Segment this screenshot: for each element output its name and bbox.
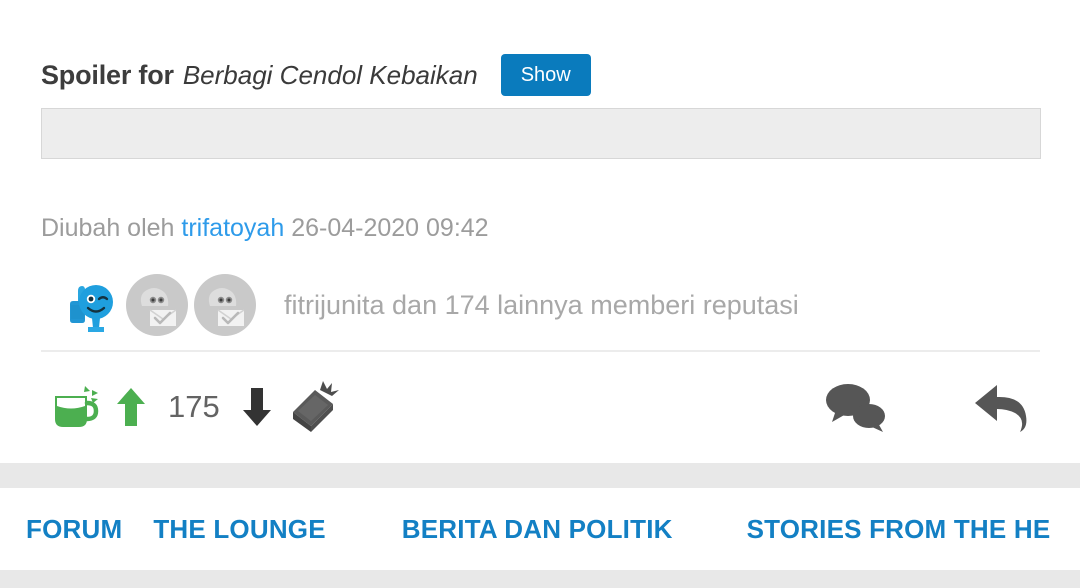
upvote-arrow-icon[interactable]: [110, 383, 152, 431]
breadcrumb-item-the-lounge[interactable]: THE LOUNGE: [153, 514, 325, 545]
reputation-row: fitrijunita dan 174 lainnya memberi repu…: [58, 272, 799, 338]
edited-timestamp: 26-04-2020 09:42: [291, 214, 489, 242]
cendol-smiley-avatar[interactable]: [58, 274, 120, 336]
bottom-separator-band: [0, 570, 1080, 588]
breadcrumb: FORUM THE LOUNGE BERITA DAN POLITIK STOR…: [0, 488, 1080, 570]
default-avatar-1[interactable]: [126, 274, 188, 336]
post-footer-page: Spoiler for Berbagi Cendol Kebaikan Show…: [0, 0, 1080, 588]
reputation-text: fitrijunita dan 174 lainnya memberi repu…: [284, 289, 799, 320]
cendol-cup-icon[interactable]: [46, 379, 102, 435]
reply-arrow-icon[interactable]: [970, 379, 1038, 435]
edited-by-prefix: Diubah oleh: [41, 214, 175, 242]
comment-bubbles-icon[interactable]: [820, 378, 892, 436]
breadcrumb-item-forum[interactable]: FORUM: [26, 514, 122, 545]
vote-actions-group: 175: [46, 370, 342, 444]
section-separator-band: [0, 463, 1080, 488]
post-tools-group: [820, 370, 1038, 444]
edited-by-username[interactable]: trifatoyah: [181, 214, 284, 242]
default-avatar-2[interactable]: [194, 274, 256, 336]
breadcrumb-item-berita-dan-politik[interactable]: BERITA DAN POLITIK: [402, 514, 673, 545]
breadcrumb-item-stories-from-the-heart[interactable]: STORIES FROM THE HE: [747, 514, 1051, 545]
brick-icon[interactable]: [284, 378, 342, 436]
spoiler-content-box: [41, 108, 1041, 159]
post-action-bar: 175: [0, 370, 1080, 444]
footer-divider: [41, 350, 1040, 352]
spoiler-title: Berbagi Cendol Kebaikan: [182, 59, 478, 90]
spoiler-label: Spoiler for: [41, 59, 174, 90]
spoiler-show-button[interactable]: Show: [500, 54, 591, 96]
vote-count: 175: [168, 389, 220, 424]
spoiler-header: Spoiler for Berbagi Cendol Kebaikan Show: [41, 52, 591, 98]
downvote-arrow-icon[interactable]: [236, 383, 278, 431]
edited-by-line: Diubah oleh trifatoyah 26-04-2020 09:42: [41, 214, 489, 243]
